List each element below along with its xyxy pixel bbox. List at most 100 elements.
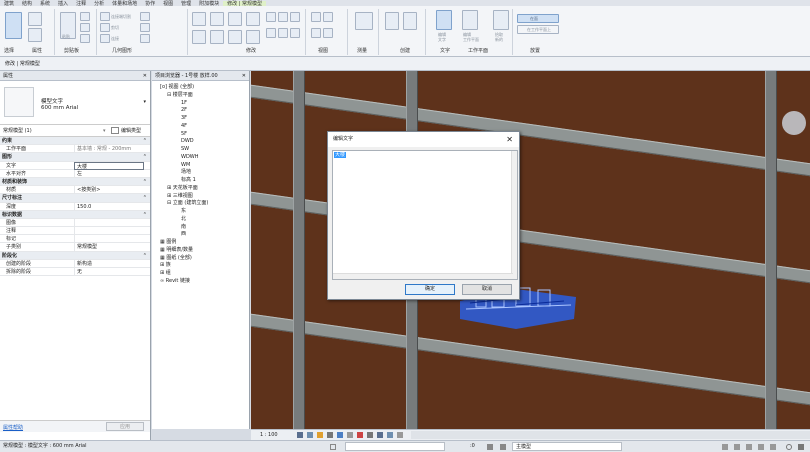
- apply-button[interactable]: 应用: [106, 422, 144, 431]
- collapse-icon[interactable]: ⌃: [143, 178, 147, 186]
- view-scale[interactable]: 1 : 100: [260, 430, 278, 440]
- property-row[interactable]: 水平对齐 左: [0, 169, 150, 178]
- edit-type-button[interactable]: 编辑类型: [121, 125, 141, 137]
- property-row[interactable]: 子类别 常规模型: [0, 243, 150, 252]
- active-design-option[interactable]: 主模型: [512, 442, 622, 451]
- scale-icon[interactable]: [278, 28, 288, 38]
- cope-icon[interactable]: [100, 12, 110, 21]
- unpin-icon[interactable]: [290, 12, 300, 22]
- move-icon[interactable]: [192, 30, 206, 44]
- property-row[interactable]: 标记: [0, 235, 150, 244]
- measure-icon[interactable]: [355, 12, 373, 30]
- browser-node[interactable]: 4F: [181, 123, 187, 130]
- demolish-icon[interactable]: [140, 34, 150, 43]
- edit-text-icon[interactable]: [436, 10, 452, 30]
- property-row[interactable]: 拆除的阶段 无: [0, 268, 150, 277]
- property-row[interactable]: 图像: [0, 218, 150, 228]
- collapse-icon[interactable]: ⌃: [143, 211, 147, 219]
- edit-type-icon[interactable]: [111, 127, 119, 134]
- browser-node[interactable]: ⊞ 组: [160, 270, 171, 277]
- property-value[interactable]: [74, 235, 144, 244]
- browser-node[interactable]: 场地: [181, 169, 191, 176]
- close-icon[interactable]: ✕: [143, 71, 147, 81]
- property-category[interactable]: 标识数据 ⌃: [0, 210, 150, 219]
- browser-node[interactable]: ∞ Revit 链接: [160, 278, 190, 285]
- browser-node[interactable]: 1F: [181, 100, 187, 107]
- select-pinned-icon[interactable]: [746, 444, 752, 450]
- selected-text[interactable]: 大楼: [334, 152, 347, 158]
- browser-node[interactable]: DWD: [181, 138, 194, 145]
- browser-node[interactable]: 标高 1: [181, 177, 196, 184]
- copy-icon[interactable]: [80, 23, 90, 32]
- browser-node[interactable]: WM: [181, 162, 190, 169]
- property-row[interactable]: 注释: [0, 227, 150, 236]
- browser-node[interactable]: 南: [181, 224, 186, 231]
- view-horizontal-scrollbar[interactable]: [411, 431, 810, 439]
- property-value[interactable]: 常规模型: [74, 243, 144, 252]
- analytical-model-icon[interactable]: [377, 432, 383, 438]
- view-filter-icon[interactable]: [323, 28, 333, 38]
- property-value[interactable]: [74, 227, 144, 236]
- align-icon[interactable]: [192, 12, 206, 26]
- shadows-icon[interactable]: [327, 432, 333, 438]
- background-process-icon[interactable]: [786, 444, 792, 450]
- browser-node[interactable]: 北: [181, 216, 186, 223]
- create-similar-icon[interactable]: [403, 12, 417, 30]
- browser-node[interactable]: 东: [181, 208, 186, 215]
- browser-node[interactable]: ⊞ 天花板平面: [167, 185, 198, 192]
- browser-node[interactable]: WDWH: [181, 154, 199, 161]
- cut-geometry-icon[interactable]: [100, 23, 110, 32]
- edit-workplane-icon[interactable]: [462, 10, 478, 30]
- trim-icon[interactable]: [246, 30, 260, 44]
- filter-icon[interactable]: [798, 444, 804, 450]
- chevron-down-icon[interactable]: ▾: [143, 99, 146, 105]
- array-icon[interactable]: [266, 28, 276, 38]
- mirror-draw-icon[interactable]: [246, 12, 260, 26]
- sun-path-icon[interactable]: [317, 432, 323, 438]
- property-row[interactable]: 材质 <按类别>: [0, 186, 150, 195]
- pick-new-icon[interactable]: [493, 10, 509, 30]
- property-value[interactable]: 左: [74, 169, 144, 178]
- select-by-face-icon[interactable]: [758, 444, 764, 450]
- highlight-displacement-icon[interactable]: [387, 432, 393, 438]
- offset-icon[interactable]: [210, 12, 224, 26]
- match-type-icon[interactable]: [80, 34, 90, 43]
- view-hide-icon[interactable]: [311, 12, 321, 22]
- delete-icon[interactable]: [290, 28, 300, 38]
- rotate-icon[interactable]: [228, 30, 242, 44]
- paint-icon[interactable]: [140, 12, 150, 21]
- property-row[interactable]: 深度 150.0: [0, 202, 150, 211]
- crop-view-icon[interactable]: [337, 432, 343, 438]
- design-options-icon[interactable]: [500, 444, 506, 450]
- property-value[interactable]: [74, 218, 144, 227]
- workset-field[interactable]: [345, 442, 445, 451]
- property-value[interactable]: <按类别>: [74, 186, 144, 195]
- browser-node[interactable]: ⊞ 三维视图: [167, 193, 193, 200]
- properties-button[interactable]: [28, 12, 42, 26]
- view-override-icon[interactable]: [323, 12, 333, 22]
- split-icon[interactable]: [266, 12, 276, 22]
- property-row[interactable]: 创建的阶段 新构造: [0, 259, 150, 268]
- browser-node[interactable]: ▦ 图纸 (全部): [160, 255, 192, 262]
- property-value[interactable]: 新构造: [74, 259, 144, 268]
- type-selector[interactable]: 常规模型 (1): [3, 125, 32, 137]
- browser-node[interactable]: ▦ 明细表/数量: [160, 247, 193, 254]
- select-links-icon[interactable]: [722, 444, 728, 450]
- browser-node[interactable]: SW: [181, 146, 189, 153]
- browser-node[interactable]: 3F: [181, 115, 187, 122]
- close-icon[interactable]: ✕: [506, 132, 513, 147]
- detail-level-icon[interactable]: [297, 432, 303, 438]
- property-category[interactable]: 约束 ⌃: [0, 137, 150, 146]
- split-face-icon[interactable]: [140, 23, 150, 32]
- vertical-scrollbar[interactable]: [511, 151, 517, 279]
- browser-node[interactable]: 2F: [181, 107, 187, 114]
- browser-node[interactable]: [o] 视图 (全部): [160, 84, 194, 91]
- drag-on-selection-icon[interactable]: [770, 444, 776, 450]
- browser-node[interactable]: 5F: [181, 131, 187, 138]
- browser-node[interactable]: ⊞ 族: [160, 262, 171, 269]
- copy-element-icon[interactable]: [210, 30, 224, 44]
- create-group-icon[interactable]: [385, 12, 399, 30]
- browser-node[interactable]: 西: [181, 231, 186, 238]
- type-preview[interactable]: 模型文字 600 mm Arial ▾: [0, 81, 150, 125]
- ok-button[interactable]: 确定: [405, 284, 455, 295]
